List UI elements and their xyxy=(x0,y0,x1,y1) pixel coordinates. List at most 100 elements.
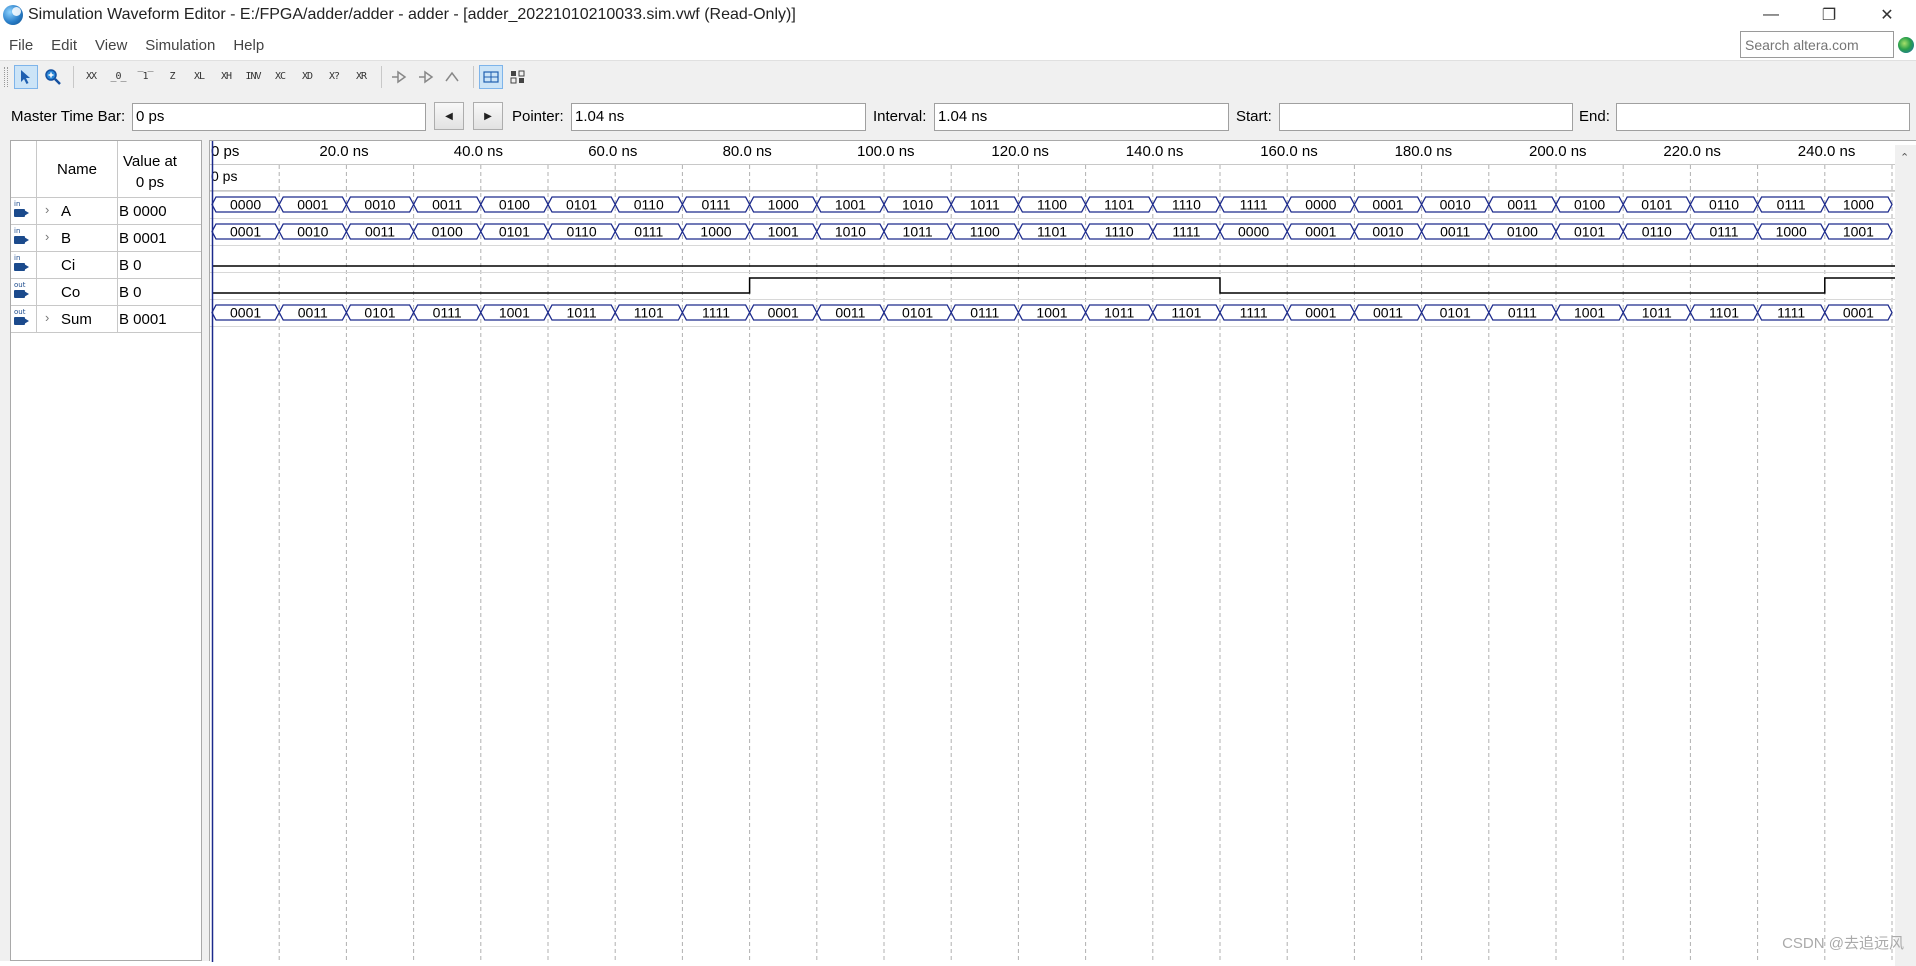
signal-name: Sum xyxy=(61,311,92,328)
signal-value: B 0001 xyxy=(119,230,167,247)
bus-value-label: 0011 xyxy=(365,224,395,240)
sort-icon[interactable] xyxy=(506,65,530,89)
bus-value-label: 0111 xyxy=(701,197,730,213)
expand-chevron-icon[interactable]: › xyxy=(45,310,49,325)
bus-value-label: 1110 xyxy=(1105,224,1134,240)
insert-node-icon[interactable] xyxy=(387,65,411,89)
weak-low-icon[interactable]: XL xyxy=(187,65,211,89)
minimize-button[interactable]: — xyxy=(1742,0,1800,30)
output-pin-icon: out xyxy=(14,284,30,300)
end-field[interactable] xyxy=(1616,103,1910,131)
signal-value: B 0000 xyxy=(119,203,167,220)
bus-value-label: 0001 xyxy=(1372,197,1403,213)
bus-value-label: 1110 xyxy=(1172,197,1201,213)
name-column-header[interactable]: Name xyxy=(57,161,97,178)
expand-chevron-icon[interactable]: › xyxy=(45,229,49,244)
bus-value-label: 0110 xyxy=(567,224,597,240)
input-pin-icon: in xyxy=(14,203,30,219)
bus-value-label: 0010 xyxy=(1372,224,1403,240)
bus-value-label: 0001 xyxy=(768,305,799,321)
menu-view[interactable]: View xyxy=(86,37,136,54)
bus-value-label: 1001 xyxy=(1843,224,1874,240)
bus-value-label: 0001 xyxy=(230,305,261,321)
overwrite-icon[interactable]: XR xyxy=(349,65,373,89)
menu-simulation[interactable]: Simulation xyxy=(136,37,224,54)
signal-list-panel: Name Value at 0 ps in › A B 0000 in › B … xyxy=(10,140,202,961)
scroll-up-icon[interactable]: ⌃ xyxy=(1900,151,1909,164)
bus-value-label: 0011 xyxy=(835,305,865,321)
bus-value-label: 1101 xyxy=(1037,224,1067,240)
waveform-panel[interactable]: 0 ps20.0 ns40.0 ns60.0 ns80.0 ns100.0 ns… xyxy=(209,140,1916,961)
bus-value-label: 0000 xyxy=(1238,224,1269,240)
invert-icon[interactable]: INV xyxy=(241,65,265,89)
bus-value-label: 1001 xyxy=(499,305,530,321)
bus-value-label: 0101 xyxy=(1641,197,1672,213)
bus-value-label: 0101 xyxy=(499,224,530,240)
forcing-low-icon[interactable]: _0_ xyxy=(106,65,130,89)
restore-button[interactable]: ❐ xyxy=(1800,0,1858,30)
search-input[interactable] xyxy=(1740,31,1894,58)
globe-icon[interactable] xyxy=(1898,37,1914,53)
interval-label: Interval: xyxy=(873,108,926,125)
group-node-icon[interactable] xyxy=(441,65,465,89)
signal-name: Co xyxy=(61,284,80,301)
menu-file[interactable]: File xyxy=(0,37,42,54)
forcing-unknown-icon[interactable]: XX xyxy=(79,65,103,89)
bus-value-label: 1010 xyxy=(902,197,933,213)
toolbar-grip[interactable] xyxy=(4,67,8,87)
waveform-canvas[interactable]: 0000 0001 0010 0011 0100 0101 0110 0111 1000 1001… xyxy=(210,141,1896,962)
menu-edit[interactable]: Edit xyxy=(42,37,86,54)
delete-node-icon[interactable] xyxy=(414,65,438,89)
interval-field[interactable]: 1.04 ns xyxy=(934,103,1229,131)
vertical-scrollbar[interactable]: ⌃ xyxy=(1895,145,1916,966)
toolbar-separator xyxy=(381,66,382,88)
forcing-high-icon[interactable]: ‾1‾ xyxy=(133,65,157,89)
bus-value-label: 0001 xyxy=(1305,224,1336,240)
signal-row-co[interactable]: out Co B 0 xyxy=(11,279,201,306)
bus-value-label: 1111 xyxy=(1240,197,1268,213)
bus-value-label: 1001 xyxy=(1036,305,1067,321)
value-header-line2: 0 ps xyxy=(115,172,185,193)
title-bar: Simulation Waveform Editor - E:/FPGA/add… xyxy=(0,0,1916,30)
menu-bar: File Edit View Simulation Help xyxy=(0,30,1916,60)
weak-high-icon[interactable]: XH xyxy=(214,65,238,89)
menu-help[interactable]: Help xyxy=(224,37,273,54)
bus-value-label: 0100 xyxy=(1574,197,1605,213)
random-value-icon[interactable]: X? xyxy=(322,65,346,89)
zoom-tool-icon[interactable] xyxy=(41,65,65,89)
select-tool-icon[interactable] xyxy=(14,65,38,89)
start-field[interactable] xyxy=(1279,103,1573,131)
bus-value-label: 1011 xyxy=(567,305,597,321)
high-impedance-icon[interactable]: Z xyxy=(160,65,184,89)
bus-value-label: 1011 xyxy=(1642,305,1672,321)
previous-transition-button[interactable]: ◀ xyxy=(434,102,464,130)
signal-row-b[interactable]: in › B B 0001 xyxy=(11,225,201,252)
master-time-bar-label: Master Time Bar: xyxy=(11,108,125,125)
forcing-clock-icon[interactable]: XD xyxy=(295,65,319,89)
bus-value-label: 1111 xyxy=(1240,305,1268,321)
snap-to-grid-icon[interactable] xyxy=(479,65,503,89)
signal-list-header: Name Value at 0 ps xyxy=(11,141,201,198)
value-column-header[interactable]: Value at 0 ps xyxy=(115,151,185,193)
bus-value-label: 1101 xyxy=(1171,305,1201,321)
toolbar-separator xyxy=(473,66,474,88)
bus-value-label: 0010 xyxy=(297,224,328,240)
signal-row-sum[interactable]: out › Sum B 0001 xyxy=(11,306,201,333)
close-button[interactable]: ✕ xyxy=(1858,0,1916,30)
signal-row-a[interactable]: in › A B 0000 xyxy=(11,198,201,225)
pointer-field[interactable]: 1.04 ns xyxy=(571,103,866,131)
bus-value-label: 0110 xyxy=(634,197,664,213)
bus-value-label: 0101 xyxy=(566,197,597,213)
signal-row-ci[interactable]: in Ci B 0 xyxy=(11,252,201,279)
bus-value-label: 0111 xyxy=(1777,197,1806,213)
expand-chevron-icon[interactable]: › xyxy=(45,202,49,217)
next-transition-button[interactable]: ▶ xyxy=(473,102,503,130)
master-time-bar-field[interactable]: 0 ps xyxy=(132,103,426,131)
bus-value-label: 0010 xyxy=(1440,197,1471,213)
count-value-icon[interactable]: XC xyxy=(268,65,292,89)
signal-value: B 0 xyxy=(119,284,142,301)
bus-value-label: 0010 xyxy=(364,197,395,213)
bus-value-label: 1000 xyxy=(768,197,799,213)
bus-value-label: 1100 xyxy=(970,224,1000,240)
toolbar: XX _0_ ‾1‾ Z XL XH INV XC XD X? XR xyxy=(0,60,1916,92)
